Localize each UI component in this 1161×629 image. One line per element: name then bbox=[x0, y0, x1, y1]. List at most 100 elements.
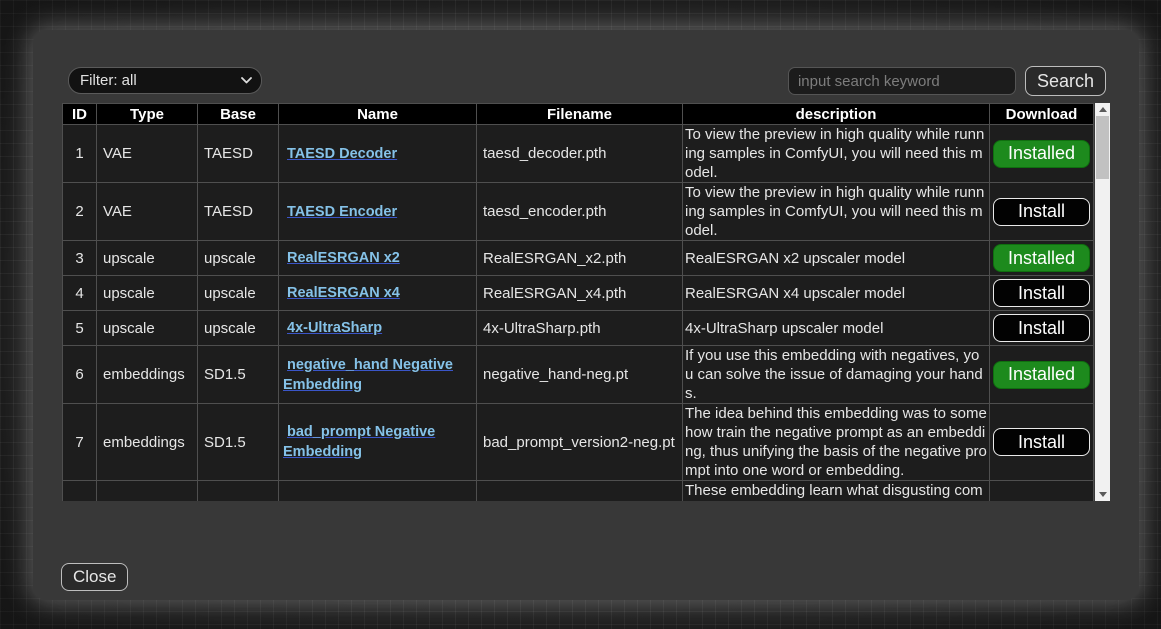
column-header-base: Base bbox=[198, 104, 279, 125]
cell-base bbox=[198, 481, 279, 502]
model-name-link[interactable]: RealESRGAN x2 bbox=[287, 250, 400, 266]
model-name-link[interactable]: bad_prompt Negative Embedding bbox=[283, 424, 435, 460]
table-row: 5 upscale upscale 4x-UltraSharp 4x-Ultra… bbox=[63, 311, 1094, 346]
cell-id bbox=[63, 481, 97, 502]
cell-filename: taesd_decoder.pth bbox=[477, 125, 683, 183]
cell-name bbox=[279, 481, 477, 502]
cell-id: 6 bbox=[63, 346, 97, 404]
cell-base: SD1.5 bbox=[198, 404, 279, 481]
cell-type: upscale bbox=[97, 276, 198, 311]
cell-download: Install bbox=[990, 276, 1094, 311]
cell-download: Installed bbox=[990, 346, 1094, 404]
search-button[interactable]: Search bbox=[1025, 66, 1106, 96]
download-button[interactable]: Install bbox=[993, 314, 1090, 342]
table-row: 4 upscale upscale RealESRGAN x4 RealESRG… bbox=[63, 276, 1094, 311]
model-table-body: 1 VAE TAESD TAESD Decoder taesd_decoder.… bbox=[63, 125, 1094, 502]
scrollbar-down-icon[interactable] bbox=[1095, 488, 1110, 501]
scrollbar-thumb[interactable] bbox=[1096, 116, 1109, 179]
cell-download bbox=[990, 481, 1094, 502]
cell-base: TAESD bbox=[198, 125, 279, 183]
cell-type: upscale bbox=[97, 241, 198, 276]
cell-id: 2 bbox=[63, 183, 97, 241]
cell-filename: RealESRGAN_x2.pth bbox=[477, 241, 683, 276]
cell-id: 4 bbox=[63, 276, 97, 311]
cell-description: The idea behind this embedding was to so… bbox=[683, 404, 990, 481]
model-name-link[interactable]: 4x-UltraSharp bbox=[287, 320, 382, 336]
cell-description: RealESRGAN x2 upscaler model bbox=[683, 241, 990, 276]
download-button[interactable]: Install bbox=[993, 428, 1090, 456]
table-row: 6 embeddings SD1.5 negative_hand Negativ… bbox=[63, 346, 1094, 404]
search-area: Search bbox=[788, 66, 1106, 96]
cell-base: SD1.5 bbox=[198, 346, 279, 404]
cell-name: RealESRGAN x2 bbox=[279, 241, 477, 276]
table-row: 1 VAE TAESD TAESD Decoder taesd_decoder.… bbox=[63, 125, 1094, 183]
cell-type: embeddings bbox=[97, 404, 198, 481]
cell-name: TAESD Decoder bbox=[279, 125, 477, 183]
cell-download: Installed bbox=[990, 125, 1094, 183]
cell-name: 4x-UltraSharp bbox=[279, 311, 477, 346]
cell-id: 3 bbox=[63, 241, 97, 276]
cell-base: upscale bbox=[198, 276, 279, 311]
table-row: 7 embeddings SD1.5 bad_prompt Negative E… bbox=[63, 404, 1094, 481]
model-name-link[interactable]: TAESD Encoder bbox=[287, 204, 397, 220]
table-header-row: ID Type Base Name Filename description D… bbox=[63, 104, 1094, 125]
cell-description: If you use this embedding with negatives… bbox=[683, 346, 990, 404]
model-name-link[interactable]: RealESRGAN x4 bbox=[287, 285, 400, 301]
cell-type: embeddings bbox=[97, 346, 198, 404]
model-table-area: ID Type Base Name Filename description D… bbox=[62, 103, 1110, 501]
cell-id: 5 bbox=[63, 311, 97, 346]
cell-name: negative_hand Negative Embedding bbox=[279, 346, 477, 404]
column-header-name: Name bbox=[279, 104, 477, 125]
download-button[interactable]: Installed bbox=[993, 244, 1090, 272]
cell-filename: 4x-UltraSharp.pth bbox=[477, 311, 683, 346]
cell-name: RealESRGAN x4 bbox=[279, 276, 477, 311]
cell-download: Install bbox=[990, 404, 1094, 481]
filter-dropdown[interactable]: Filter: all bbox=[68, 67, 262, 94]
model-table: ID Type Base Name Filename description D… bbox=[62, 103, 1094, 501]
cell-base: TAESD bbox=[198, 183, 279, 241]
cell-download: Install bbox=[990, 183, 1094, 241]
table-row: These embedding learn what disgusting co… bbox=[63, 481, 1094, 502]
cell-name: bad_prompt Negative Embedding bbox=[279, 404, 477, 481]
column-header-filename: Filename bbox=[477, 104, 683, 125]
cell-filename: taesd_encoder.pth bbox=[477, 183, 683, 241]
cell-filename: negative_hand-neg.pt bbox=[477, 346, 683, 404]
download-button[interactable]: Installed bbox=[993, 140, 1090, 168]
cell-description: To view the preview in high quality whil… bbox=[683, 125, 990, 183]
cell-type: VAE bbox=[97, 125, 198, 183]
cell-filename: RealESRGAN_x4.pth bbox=[477, 276, 683, 311]
filter-dropdown-wrap: Filter: all bbox=[68, 67, 262, 94]
cell-id: 7 bbox=[63, 404, 97, 481]
column-header-description: description bbox=[683, 104, 990, 125]
download-button[interactable]: Installed bbox=[993, 361, 1090, 389]
model-name-link[interactable]: negative_hand Negative Embedding bbox=[283, 357, 453, 393]
cell-filename: bad_prompt_version2-neg.pt bbox=[477, 404, 683, 481]
cell-description: To view the preview in high quality whil… bbox=[683, 183, 990, 241]
cell-download: Install bbox=[990, 311, 1094, 346]
cell-description: RealESRGAN x4 upscaler model bbox=[683, 276, 990, 311]
cell-download: Installed bbox=[990, 241, 1094, 276]
table-row: 2 VAE TAESD TAESD Encoder taesd_encoder.… bbox=[63, 183, 1094, 241]
table-scrollbar[interactable] bbox=[1095, 103, 1110, 501]
column-header-type: Type bbox=[97, 104, 198, 125]
cell-description: 4x-UltraSharp upscaler model bbox=[683, 311, 990, 346]
table-row: 3 upscale upscale RealESRGAN x2 RealESRG… bbox=[63, 241, 1094, 276]
cell-base: upscale bbox=[198, 241, 279, 276]
cell-id: 1 bbox=[63, 125, 97, 183]
download-button[interactable]: Install bbox=[993, 279, 1090, 307]
cell-filename bbox=[477, 481, 683, 502]
cell-type: VAE bbox=[97, 183, 198, 241]
scrollbar-up-icon[interactable] bbox=[1095, 103, 1110, 116]
download-button[interactable]: Install bbox=[993, 198, 1090, 226]
column-header-download: Download bbox=[990, 104, 1094, 125]
model-manager-dialog: Filter: all Search ID Type Base Nam bbox=[33, 30, 1139, 600]
search-input[interactable] bbox=[788, 67, 1016, 95]
cell-type: upscale bbox=[97, 311, 198, 346]
column-header-id: ID bbox=[63, 104, 97, 125]
model-table-clip: ID Type Base Name Filename description D… bbox=[62, 103, 1094, 501]
cell-base: upscale bbox=[198, 311, 279, 346]
cell-name: TAESD Encoder bbox=[279, 183, 477, 241]
close-button[interactable]: Close bbox=[61, 563, 128, 591]
cell-type bbox=[97, 481, 198, 502]
model-name-link[interactable]: TAESD Decoder bbox=[287, 146, 397, 162]
